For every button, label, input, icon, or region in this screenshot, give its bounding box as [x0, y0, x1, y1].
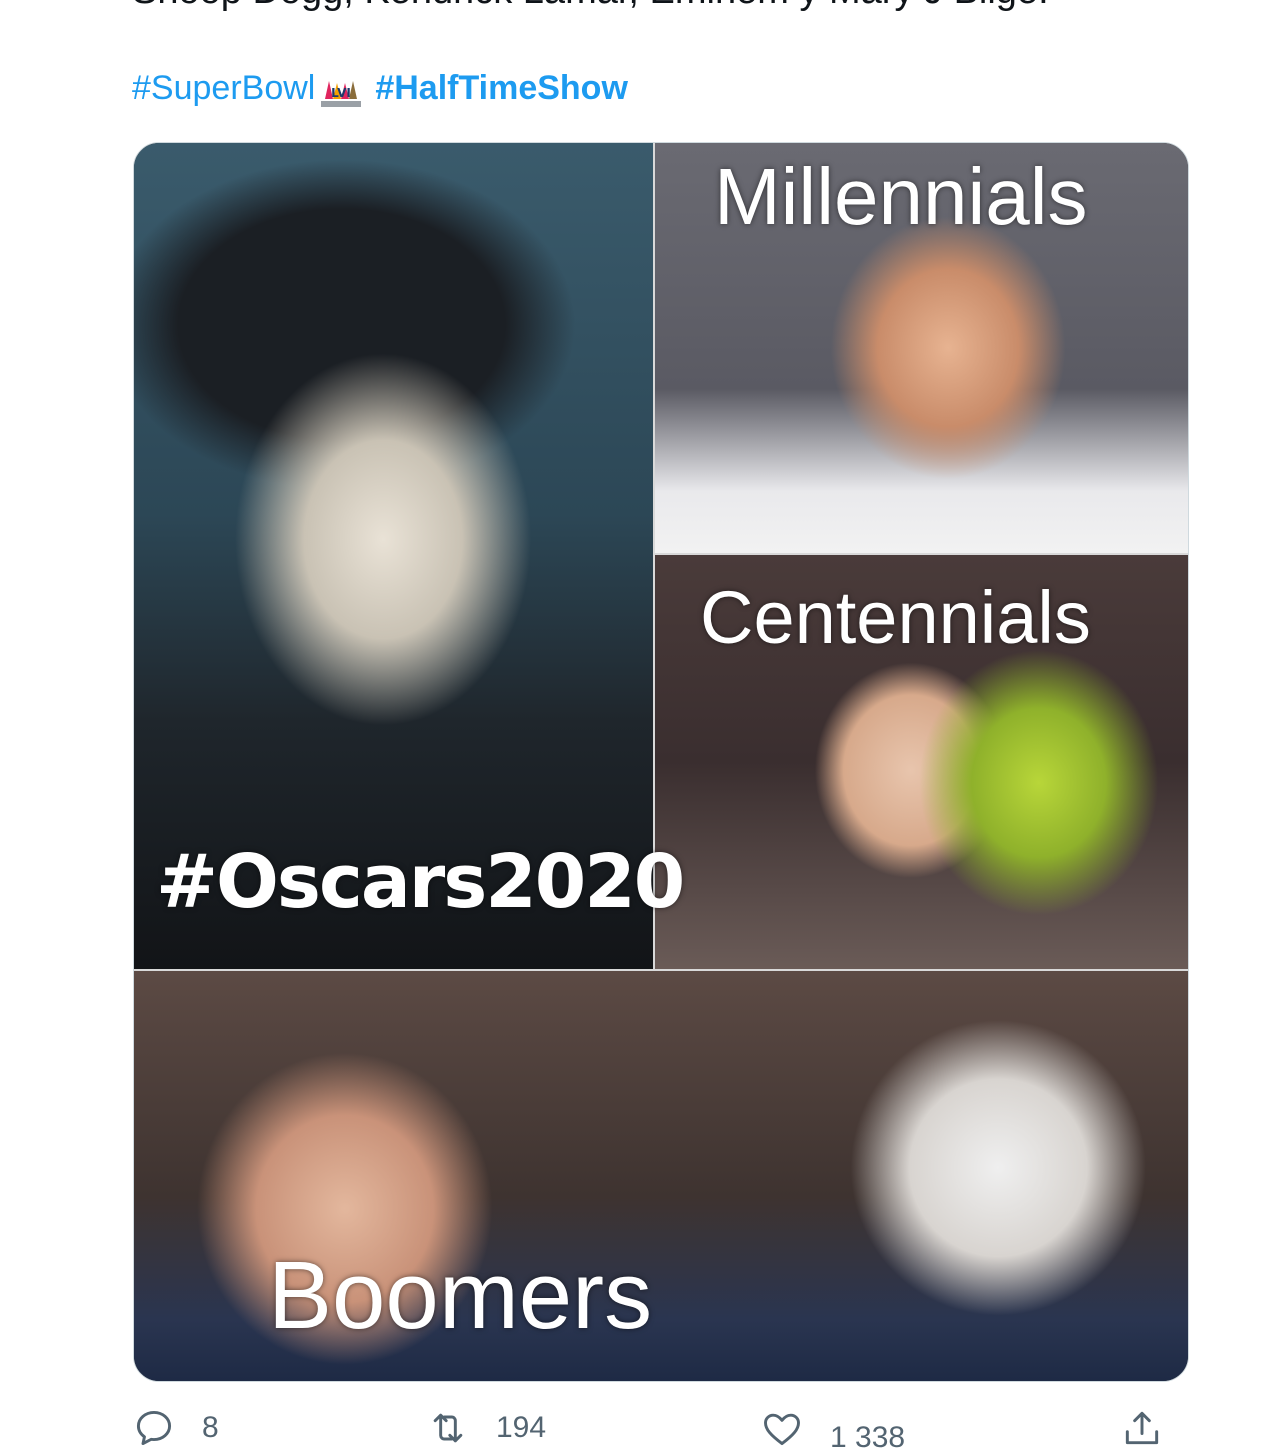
retweet-count: 194: [496, 1411, 547, 1444]
caption-oscars: #Oscars2020: [156, 839, 685, 925]
like-count: 1 338: [830, 1421, 906, 1454]
share-icon: [1125, 1411, 1159, 1445]
reply-count: 8: [202, 1411, 219, 1444]
caption-centennials: Centennials: [700, 576, 1091, 659]
hashtag-row: #SuperBowl LVI #HalfTimeShow: [132, 66, 628, 110]
retweet-icon: [433, 1413, 463, 1443]
like-button[interactable]: 1 338: [760, 1404, 906, 1454]
tweet-media[interactable]: Millennials Centennials #Oscars2020 Boom…: [133, 142, 1189, 1382]
caption-boomers: Boomers: [268, 1242, 653, 1349]
super-bowl-lvi-logo-icon: LVI: [319, 75, 363, 109]
tweet-text: Snoop Dogg, Kendrick Lamar, Eminem y Mar…: [132, 0, 1049, 13]
reply-icon: [136, 1410, 172, 1446]
hashtag-halftimeshow[interactable]: #HalfTimeShow: [375, 69, 628, 108]
tweet-actions: 8 194 1 338: [132, 1404, 1172, 1454]
reply-button[interactable]: 8: [132, 1404, 219, 1452]
hashtag-superbowl[interactable]: #SuperBowl: [132, 69, 315, 108]
retweet-button[interactable]: 194: [426, 1404, 546, 1452]
svg-text:LVI: LVI: [331, 86, 351, 100]
panel-divider: [134, 969, 1188, 971]
like-icon: [764, 1413, 800, 1446]
caption-millennials: Millennials: [714, 152, 1088, 241]
share-button[interactable]: [1120, 1404, 1164, 1452]
panel-divider: [655, 553, 1188, 555]
